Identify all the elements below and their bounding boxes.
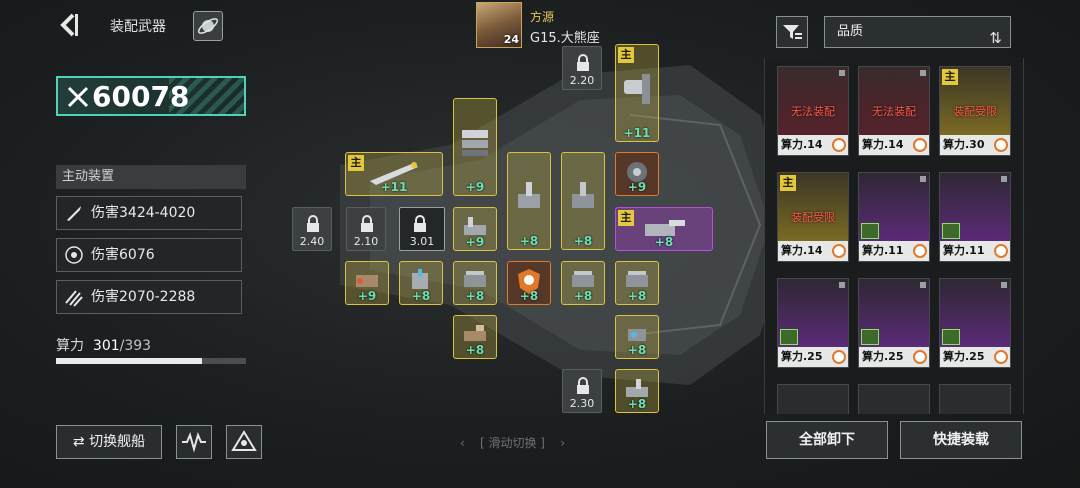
inventory-card[interactable]: 无法装配 算力.14 bbox=[858, 66, 930, 156]
weapon-slot[interactable]: +8 bbox=[615, 261, 659, 305]
filter-icon[interactable] bbox=[776, 16, 808, 48]
compute-label: 算力 301/393 bbox=[56, 338, 152, 354]
weapon-slot[interactable]: +8 bbox=[453, 261, 497, 305]
inventory-card[interactable] bbox=[939, 384, 1011, 414]
weapon-slot[interactable]: 主 +11 bbox=[345, 152, 443, 196]
weapon-slot[interactable]: +8 bbox=[561, 152, 605, 250]
captain-avatar[interactable]: 24 bbox=[476, 2, 522, 48]
lock-icon bbox=[577, 54, 589, 71]
weapon-slot[interactable]: +8 bbox=[561, 261, 605, 305]
inventory-card[interactable]: 算力.11 bbox=[858, 172, 930, 262]
upgrade-icon bbox=[913, 244, 927, 258]
page-title: 装配武器 bbox=[110, 19, 166, 35]
stat-row-damage-3: 伤害2070-2288 bbox=[56, 280, 242, 314]
upgrade-icon bbox=[832, 350, 846, 364]
upgrade-icon bbox=[913, 350, 927, 364]
inventory-card[interactable]: 无法装配 算力.14 bbox=[777, 66, 849, 156]
weapon-slot[interactable]: +8 bbox=[507, 152, 551, 250]
triad-icon[interactable] bbox=[226, 425, 262, 459]
inventory-card[interactable]: 主 装配受限 算力.30 bbox=[939, 66, 1011, 156]
weapon-slot[interactable]: +9 bbox=[453, 207, 497, 251]
inventory-panel[interactable]: 无法装配 算力.14 无法装配 算力.14 主 装配受限 算力.30 主 装配受… bbox=[764, 58, 1024, 414]
unequip-all-button[interactable]: 全部卸下 bbox=[766, 421, 888, 459]
inventory-card[interactable] bbox=[858, 384, 930, 414]
active-device-title: 主动装置 bbox=[56, 165, 246, 189]
weapon-slot[interactable]: 主 +8 bbox=[615, 207, 713, 251]
inventory-card[interactable]: 算力.11 bbox=[939, 172, 1011, 262]
weapon-slot[interactable]: +8 bbox=[615, 369, 659, 413]
lock-icon bbox=[414, 215, 426, 232]
weapon-slot[interactable]: +8 bbox=[453, 315, 497, 359]
sort-icon: ⇅ bbox=[989, 29, 1002, 47]
stat-row-damage-2: 伤害6076 bbox=[56, 238, 242, 272]
lock-icon bbox=[361, 215, 373, 232]
multi-missile-icon bbox=[65, 290, 83, 307]
ship-name: G15.大熊座 bbox=[530, 31, 600, 46]
weapon-slot[interactable]: +9 bbox=[615, 152, 659, 196]
inventory-card[interactable]: 算力.25 bbox=[777, 278, 849, 368]
switch-ship-button[interactable]: ⇄ 切换舰船 bbox=[56, 425, 162, 459]
inventory-card[interactable] bbox=[777, 384, 849, 414]
locked-slot[interactable]: 2.40 bbox=[292, 207, 332, 251]
lock-icon bbox=[577, 377, 589, 394]
locked-slot-selected[interactable]: 3.01 bbox=[399, 207, 445, 251]
quick-equip-button[interactable]: 快捷装载 bbox=[900, 421, 1022, 459]
planet-icon[interactable] bbox=[193, 11, 223, 41]
missile-pod-icon bbox=[462, 130, 488, 157]
upgrade-icon bbox=[832, 244, 846, 258]
weapon-slot[interactable]: +8 bbox=[507, 261, 551, 305]
combat-power-box: 60078 bbox=[56, 76, 246, 116]
combat-power-value: 60078 bbox=[92, 80, 190, 113]
lock-icon bbox=[307, 215, 319, 232]
shockwave-icon bbox=[65, 246, 83, 264]
weapon-slot[interactable]: +8 bbox=[615, 315, 659, 359]
weapon-slot[interactable]: +8 bbox=[399, 261, 443, 305]
weapon-slot[interactable]: 主 +11 bbox=[615, 44, 659, 142]
inventory-card[interactable]: 算力.25 bbox=[939, 278, 1011, 368]
upgrade-icon bbox=[994, 138, 1008, 152]
compute-bar bbox=[56, 358, 246, 364]
inventory-card[interactable]: 算力.25 bbox=[858, 278, 930, 368]
upgrade-icon bbox=[832, 138, 846, 152]
railgun-icon bbox=[624, 74, 650, 105]
slide-hint: ‹ [ 滑动切换 ] › bbox=[459, 436, 566, 450]
missile-icon bbox=[67, 206, 81, 221]
captain-name: 方源 bbox=[530, 10, 555, 24]
upgrade-icon bbox=[994, 244, 1008, 258]
weapon-slot[interactable]: +9 bbox=[453, 98, 497, 196]
locked-slot[interactable]: 2.10 bbox=[346, 207, 386, 251]
turret-icon bbox=[572, 182, 594, 209]
stat-row-damage-1: 伤害3424-4020 bbox=[56, 196, 242, 230]
turret-icon bbox=[518, 182, 540, 209]
inventory-card[interactable]: 主 装配受限 算力.14 bbox=[777, 172, 849, 262]
locked-slot[interactable]: 2.30 bbox=[562, 369, 602, 413]
locked-slot[interactable]: 2.20 bbox=[562, 46, 602, 90]
crossed-swords-icon bbox=[67, 86, 89, 108]
back-icon[interactable] bbox=[58, 12, 80, 38]
weapon-slot[interactable]: +9 bbox=[345, 261, 389, 305]
upgrade-icon bbox=[994, 350, 1008, 364]
upgrade-icon bbox=[913, 138, 927, 152]
sort-select[interactable]: 品质 ⇅ bbox=[824, 16, 1011, 48]
waveform-icon[interactable] bbox=[176, 425, 212, 459]
